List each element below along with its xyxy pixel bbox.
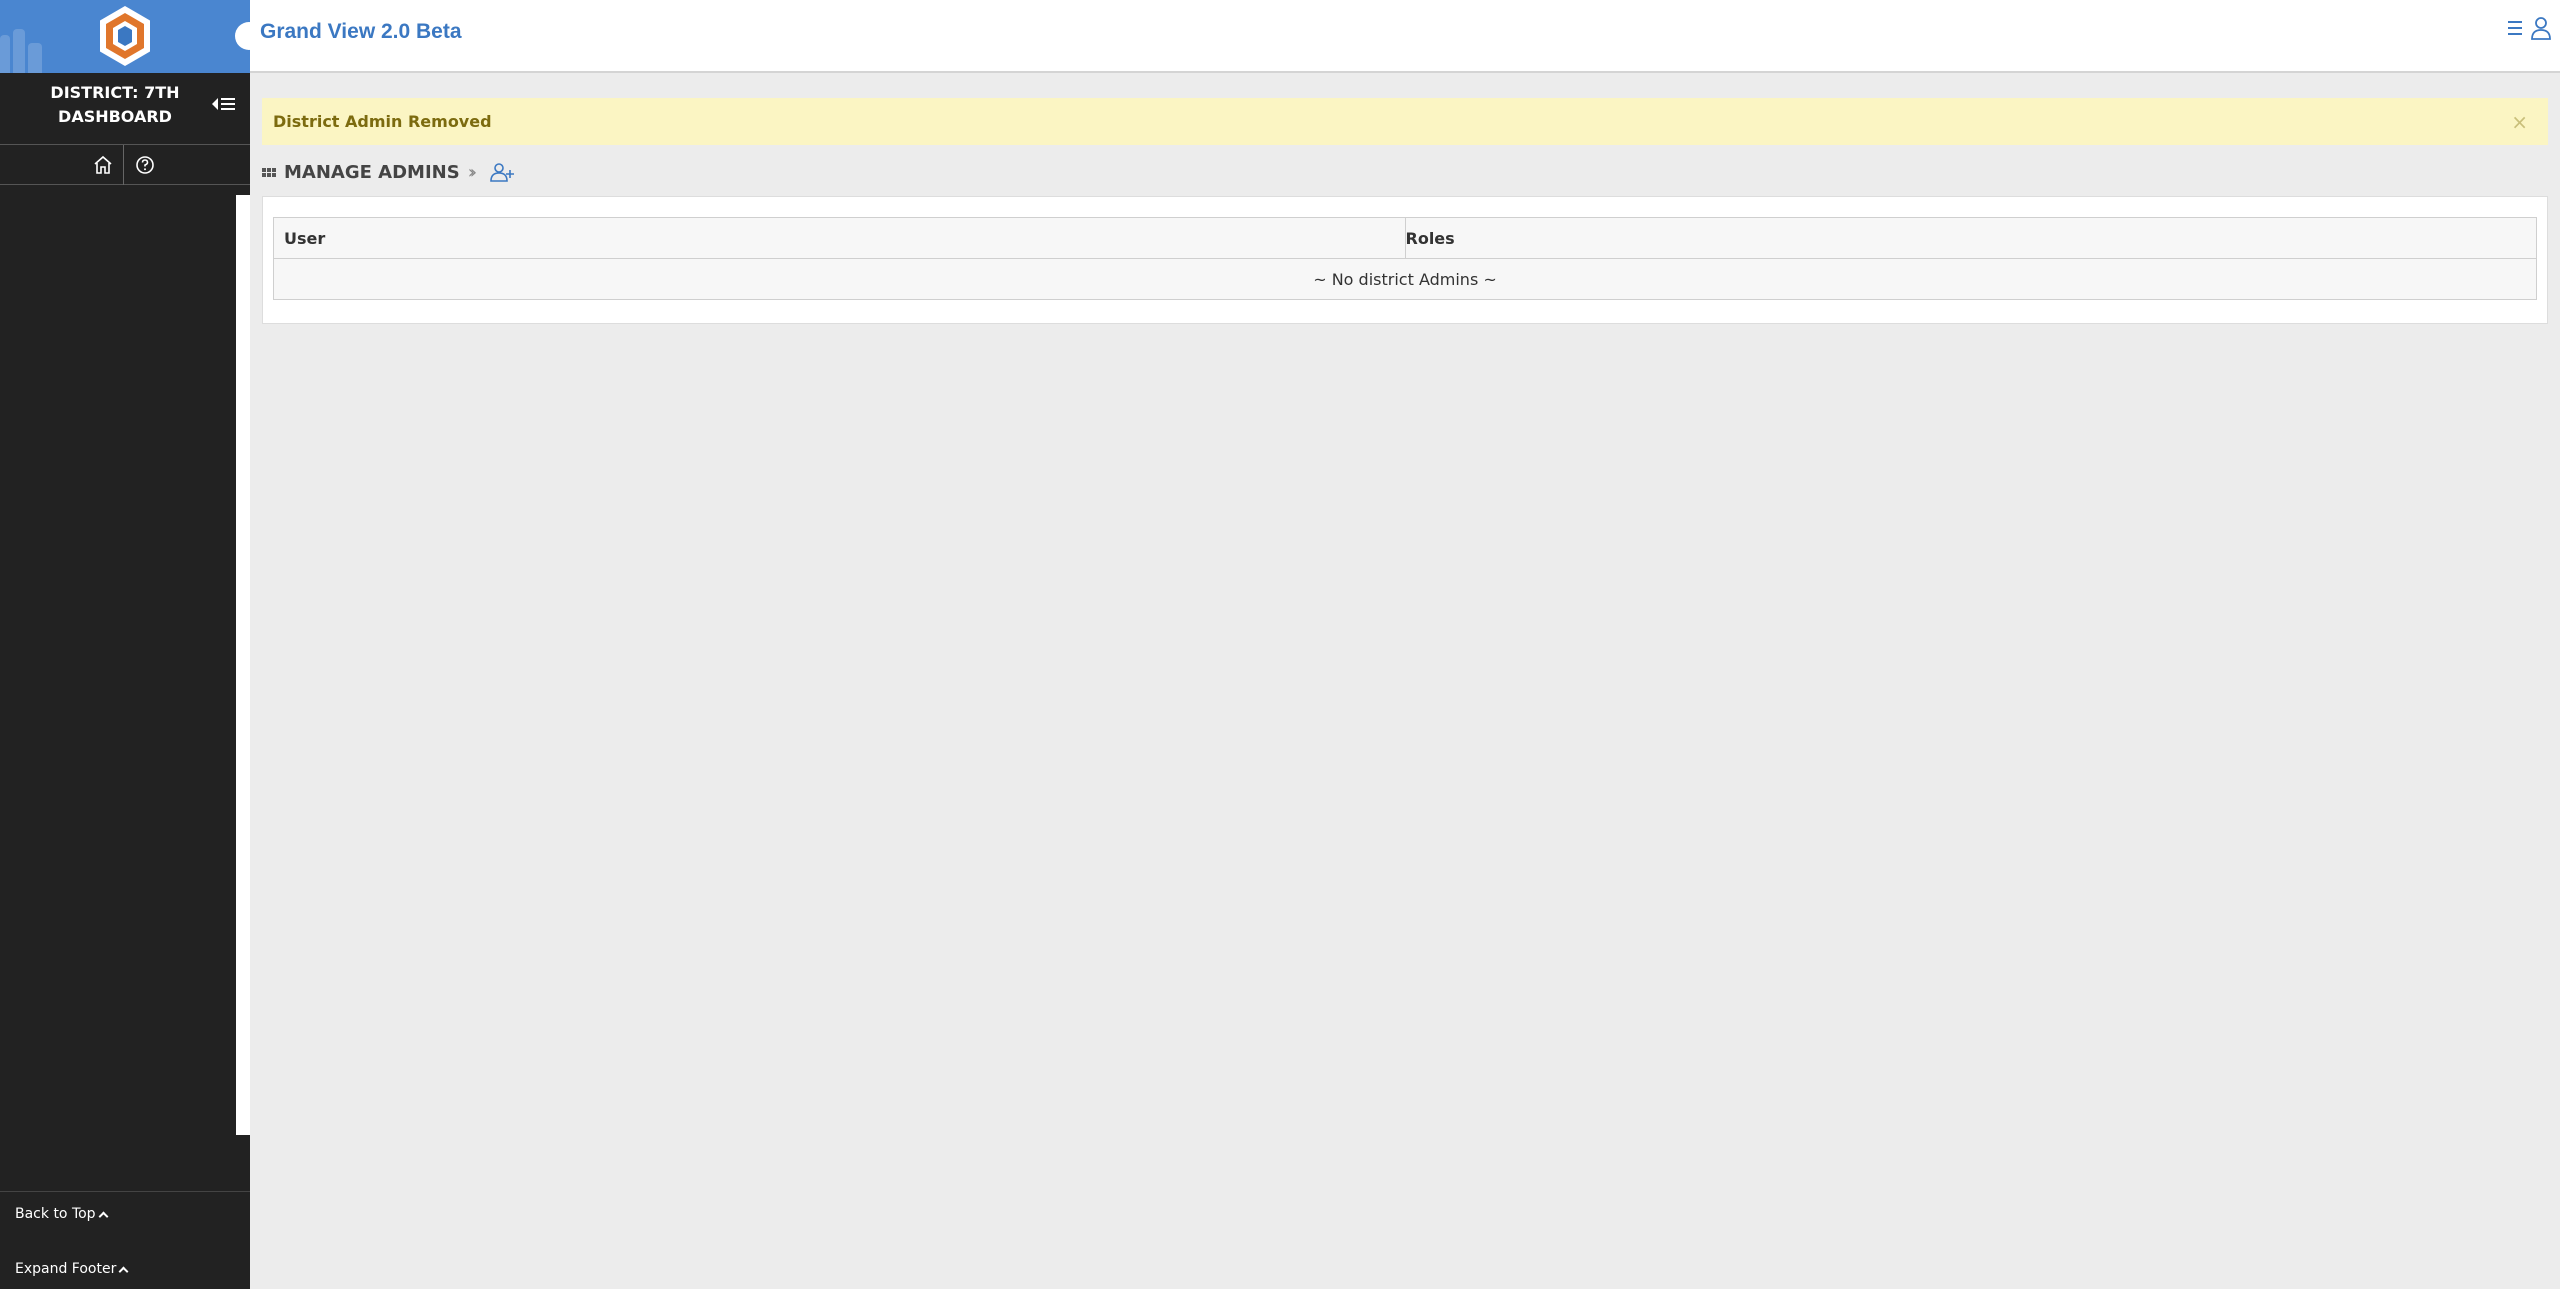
back-to-top-label: Back to Top [15, 1206, 96, 1222]
district-title: DISTRICT: 7TH DASHBOARD [50, 83, 180, 126]
chevron-up-icon [118, 1266, 129, 1276]
sidebar-icon-row [0, 145, 250, 185]
app-logo-icon[interactable] [98, 5, 152, 67]
sidebar: DISTRICT: 7TH DASHBOARD Back to Top Expa… [0, 0, 250, 1289]
top-icons [2508, 16, 2552, 40]
district-header: DISTRICT: 7TH DASHBOARD [0, 73, 250, 145]
admins-table: User Roles ~ No district Admins ~ [273, 217, 2537, 300]
column-header-roles[interactable]: Roles [1404, 217, 2537, 259]
section-header: MANAGE ADMINS ›› [262, 158, 516, 186]
close-icon[interactable]: × [2511, 110, 2528, 134]
table-header-row: User Roles [273, 217, 2537, 259]
logo-area [0, 0, 250, 73]
alert-message: District Admin Removed [273, 112, 492, 131]
top-bar: Grand View 2.0 Beta [235, 0, 2560, 73]
back-to-top-link[interactable]: Back to Top [15, 1206, 109, 1222]
expand-footer-link[interactable]: Expand Footer [15, 1261, 129, 1277]
page-title: MANAGE ADMINS [284, 161, 460, 183]
collapse-sidebar-button[interactable] [212, 93, 242, 115]
menu-icon[interactable] [2508, 21, 2522, 35]
sidebar-footer: Back to Top Expand Footer [0, 1191, 250, 1289]
table-row: ~ No district Admins ~ [273, 258, 2537, 300]
sidebar-scrollbar[interactable] [236, 195, 250, 1135]
admins-panel: User Roles ~ No district Admins ~ [262, 196, 2548, 324]
double-chevron-right-icon: ›› [467, 161, 478, 183]
app-title[interactable]: Grand View 2.0 Beta [260, 20, 462, 44]
grid-icon [262, 167, 276, 177]
menu-lines-icon [221, 98, 235, 110]
caret-left-icon [212, 98, 218, 110]
home-button[interactable] [82, 145, 124, 185]
add-user-icon[interactable] [490, 162, 516, 182]
help-icon [136, 156, 154, 174]
sidebar-notch [235, 22, 263, 50]
empty-table-message: ~ No district Admins ~ [273, 258, 2537, 300]
user-icon[interactable] [2530, 16, 2552, 40]
column-header-user[interactable]: User [273, 217, 1406, 259]
alert-banner: District Admin Removed × [262, 98, 2548, 145]
help-button[interactable] [124, 145, 166, 185]
chevron-up-icon [98, 1211, 109, 1221]
home-icon [93, 155, 112, 174]
expand-footer-label: Expand Footer [15, 1261, 117, 1277]
